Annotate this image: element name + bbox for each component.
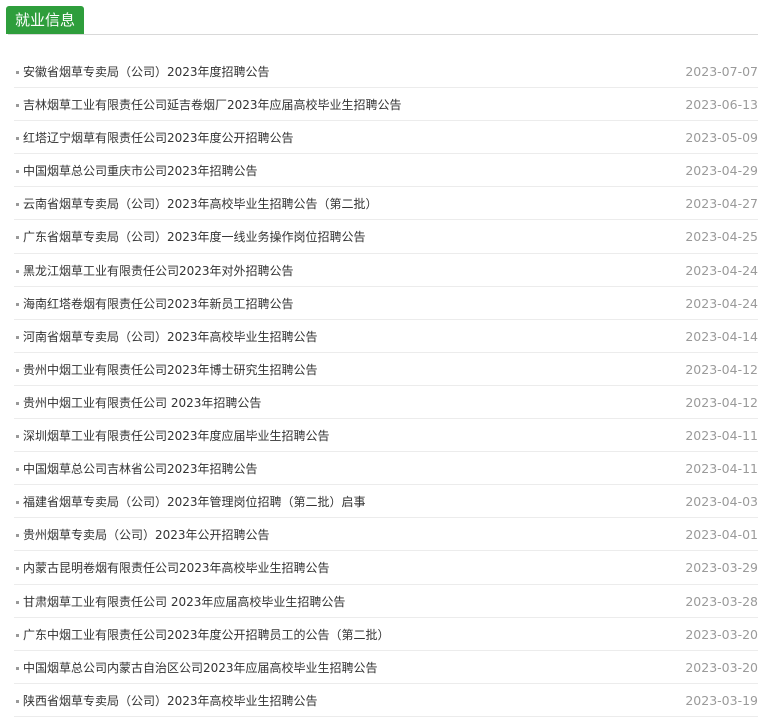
bullet-icon: [16, 170, 19, 174]
news-date: 2023-04-29: [685, 163, 758, 179]
list-item[interactable]: 河南省烟草专卖局（公司）2023年高校毕业生招聘公告 2023-04-14: [14, 320, 758, 353]
list-item[interactable]: 贵州中烟工业有限责任公司 2023年招聘公告 2023-04-12: [14, 386, 758, 420]
news-title-link[interactable]: 海南红塔卷烟有限责任公司2023年新员工招聘公告: [23, 296, 648, 312]
news-date: 2023-03-20: [685, 659, 758, 675]
news-date: 2023-04-24: [685, 262, 758, 278]
bullet-icon: [16, 468, 19, 472]
news-date: 2023-03-29: [685, 560, 758, 576]
bullet-icon: [16, 335, 19, 339]
news-title-link[interactable]: 贵州中烟工业有限责任公司 2023年招聘公告: [23, 395, 648, 411]
news-title-link[interactable]: 中国烟草总公司吉林省公司2023年招聘公告: [23, 461, 648, 477]
bullet-icon: [16, 435, 19, 439]
news-date: 2023-04-11: [685, 428, 758, 444]
list-item[interactable]: 中国烟草总公司吉林省公司2023年招聘公告 2023-04-11: [14, 452, 758, 486]
bullet-icon: [16, 203, 19, 207]
news-date: 2023-05-09: [685, 130, 758, 146]
bullet-icon: [16, 534, 19, 538]
news-date: 2023-04-01: [685, 527, 758, 543]
news-date: 2023-04-12: [685, 394, 758, 410]
job-news-list: 安徽省烟草专卖局（公司）2023年度招聘公告 2023-07-07 吉林烟草工业有限…: [0, 55, 773, 717]
news-date: 2023-04-11: [685, 461, 758, 477]
news-title-link[interactable]: 河南省烟草专卖局（公司）2023年高校毕业生招聘公告: [23, 329, 648, 345]
bullet-icon: [16, 600, 19, 604]
list-item[interactable]: 吉林烟草工业有限责任公司延吉卷烟厂2023年应届高校毕业生招聘公告 2023-06…: [14, 88, 758, 122]
list-item[interactable]: 内蒙古昆明卷烟有限责任公司2023年高校毕业生招聘公告 2023-03-29: [14, 551, 758, 585]
news-title-link[interactable]: 贵州中烟工业有限责任公司2023年博士研究生招聘公告: [23, 362, 648, 378]
news-title-link[interactable]: 云南省烟草专卖局（公司）2023年高校毕业生招聘公告（第二批）: [23, 196, 648, 212]
tab-job-info[interactable]: 就业信息: [6, 6, 85, 34]
news-title-link[interactable]: 红塔辽宁烟草有限责任公司2023年度公开招聘公告: [23, 130, 648, 146]
list-item[interactable]: 红塔辽宁烟草有限责任公司2023年度公开招聘公告 2023-05-09: [14, 121, 758, 155]
news-date: 2023-03-19: [685, 692, 758, 708]
bullet-icon: [16, 401, 19, 405]
bullet-icon: [16, 501, 19, 505]
list-item[interactable]: 甘肃烟草工业有限责任公司 2023年应届高校毕业生招聘公告 2023-03-28: [14, 585, 758, 618]
news-date: 2023-04-25: [685, 229, 758, 245]
news-title-link[interactable]: 深圳烟草工业有限责任公司2023年度应届毕业生招聘公告: [23, 428, 648, 444]
bullet-icon: [16, 269, 19, 273]
news-date: 2023-04-03: [685, 494, 758, 510]
news-title-link[interactable]: 内蒙古昆明卷烟有限责任公司2023年高校毕业生招聘公告: [23, 560, 648, 576]
news-title-link[interactable]: 甘肃烟草工业有限责任公司 2023年应届高校毕业生招聘公告: [23, 594, 648, 610]
news-title-link[interactable]: 吉林烟草工业有限责任公司延吉卷烟厂2023年应届高校毕业生招聘公告: [23, 97, 648, 113]
news-title-link[interactable]: 黑龙江烟草工业有限责任公司2023年对外招聘公告: [23, 263, 648, 279]
list-item[interactable]: 深圳烟草工业有限责任公司2023年度应届毕业生招聘公告 2023-04-11: [14, 419, 758, 453]
list-item[interactable]: 中国烟草总公司内蒙古自治区公司2023年应届高校毕业生招聘公告 2023-03-2…: [14, 651, 758, 684]
news-date: 2023-03-28: [685, 593, 758, 609]
list-item[interactable]: 广东中烟工业有限责任公司2023年度公开招聘员工的公告（第二批） 2023-03-…: [14, 618, 758, 651]
bullet-icon: [16, 666, 19, 670]
list-item[interactable]: 贵州烟草专卖局（公司）2023年公开招聘公告 2023-04-01: [14, 518, 758, 552]
news-date: 2023-04-14: [685, 328, 758, 344]
news-date: 2023-04-27: [685, 196, 758, 212]
header-divider: [8, 34, 758, 35]
bullet-icon: [16, 137, 19, 141]
news-title-link[interactable]: 中国烟草总公司重庆市公司2023年招聘公告: [23, 163, 648, 179]
list-item[interactable]: 安徽省烟草专卖局（公司）2023年度招聘公告 2023-07-07: [14, 55, 758, 89]
news-date: 2023-07-07: [685, 64, 758, 79]
list-item[interactable]: 黑龙江烟草工业有限责任公司2023年对外招聘公告 2023-04-24: [14, 254, 758, 287]
news-title-link[interactable]: 广东省烟草专卖局（公司）2023年度一线业务操作岗位招聘公告: [23, 229, 648, 245]
list-item[interactable]: 陕西省烟草专卖局（公司）2023年高校毕业生招聘公告 2023-03-19: [14, 684, 758, 717]
news-title-link[interactable]: 广东中烟工业有限责任公司2023年度公开招聘员工的公告（第二批）: [23, 627, 648, 643]
news-date: 2023-03-20: [685, 626, 758, 642]
news-date: 2023-04-24: [685, 295, 758, 311]
list-item[interactable]: 福建省烟草专卖局（公司）2023年管理岗位招聘（第二批）启事 2023-04-03: [14, 485, 758, 519]
bullet-icon: [16, 71, 19, 74]
panel-header: 就业信息: [0, 0, 773, 37]
list-item[interactable]: 贵州中烟工业有限责任公司2023年博士研究生招聘公告 2023-04-12: [14, 353, 758, 386]
bullet-icon: [16, 104, 19, 108]
bullet-icon: [16, 236, 19, 240]
list-item[interactable]: 中国烟草总公司重庆市公司2023年招聘公告 2023-04-29: [14, 154, 758, 188]
news-title-link[interactable]: 贵州烟草专卖局（公司）2023年公开招聘公告: [23, 527, 648, 543]
news-title-link[interactable]: 福建省烟草专卖局（公司）2023年管理岗位招聘（第二批）启事: [23, 494, 648, 510]
news-title-link[interactable]: 中国烟草总公司内蒙古自治区公司2023年应届高校毕业生招聘公告: [23, 660, 648, 676]
list-item[interactable]: 云南省烟草专卖局（公司）2023年高校毕业生招聘公告（第二批） 2023-04-2…: [14, 187, 758, 221]
bullet-icon: [16, 302, 19, 306]
list-item[interactable]: 广东省烟草专卖局（公司）2023年度一线业务操作岗位招聘公告 2023-04-25: [14, 220, 758, 254]
news-date: 2023-04-12: [685, 361, 758, 377]
news-date: 2023-06-13: [685, 97, 758, 113]
news-title-link[interactable]: 安徽省烟草专卖局（公司）2023年度招聘公告: [23, 64, 648, 80]
news-title-link[interactable]: 陕西省烟草专卖局（公司）2023年高校毕业生招聘公告: [23, 693, 648, 709]
bullet-icon: [16, 368, 19, 372]
bullet-icon: [16, 633, 19, 637]
bullet-icon: [16, 567, 19, 571]
job-info-panel: 就业信息 安徽省烟草专卖局（公司）2023年度招聘公告 2023-07-07 吉林烟…: [0, 0, 773, 720]
bullet-icon: [16, 699, 19, 703]
list-item[interactable]: 海南红塔卷烟有限责任公司2023年新员工招聘公告 2023-04-24: [14, 287, 758, 320]
